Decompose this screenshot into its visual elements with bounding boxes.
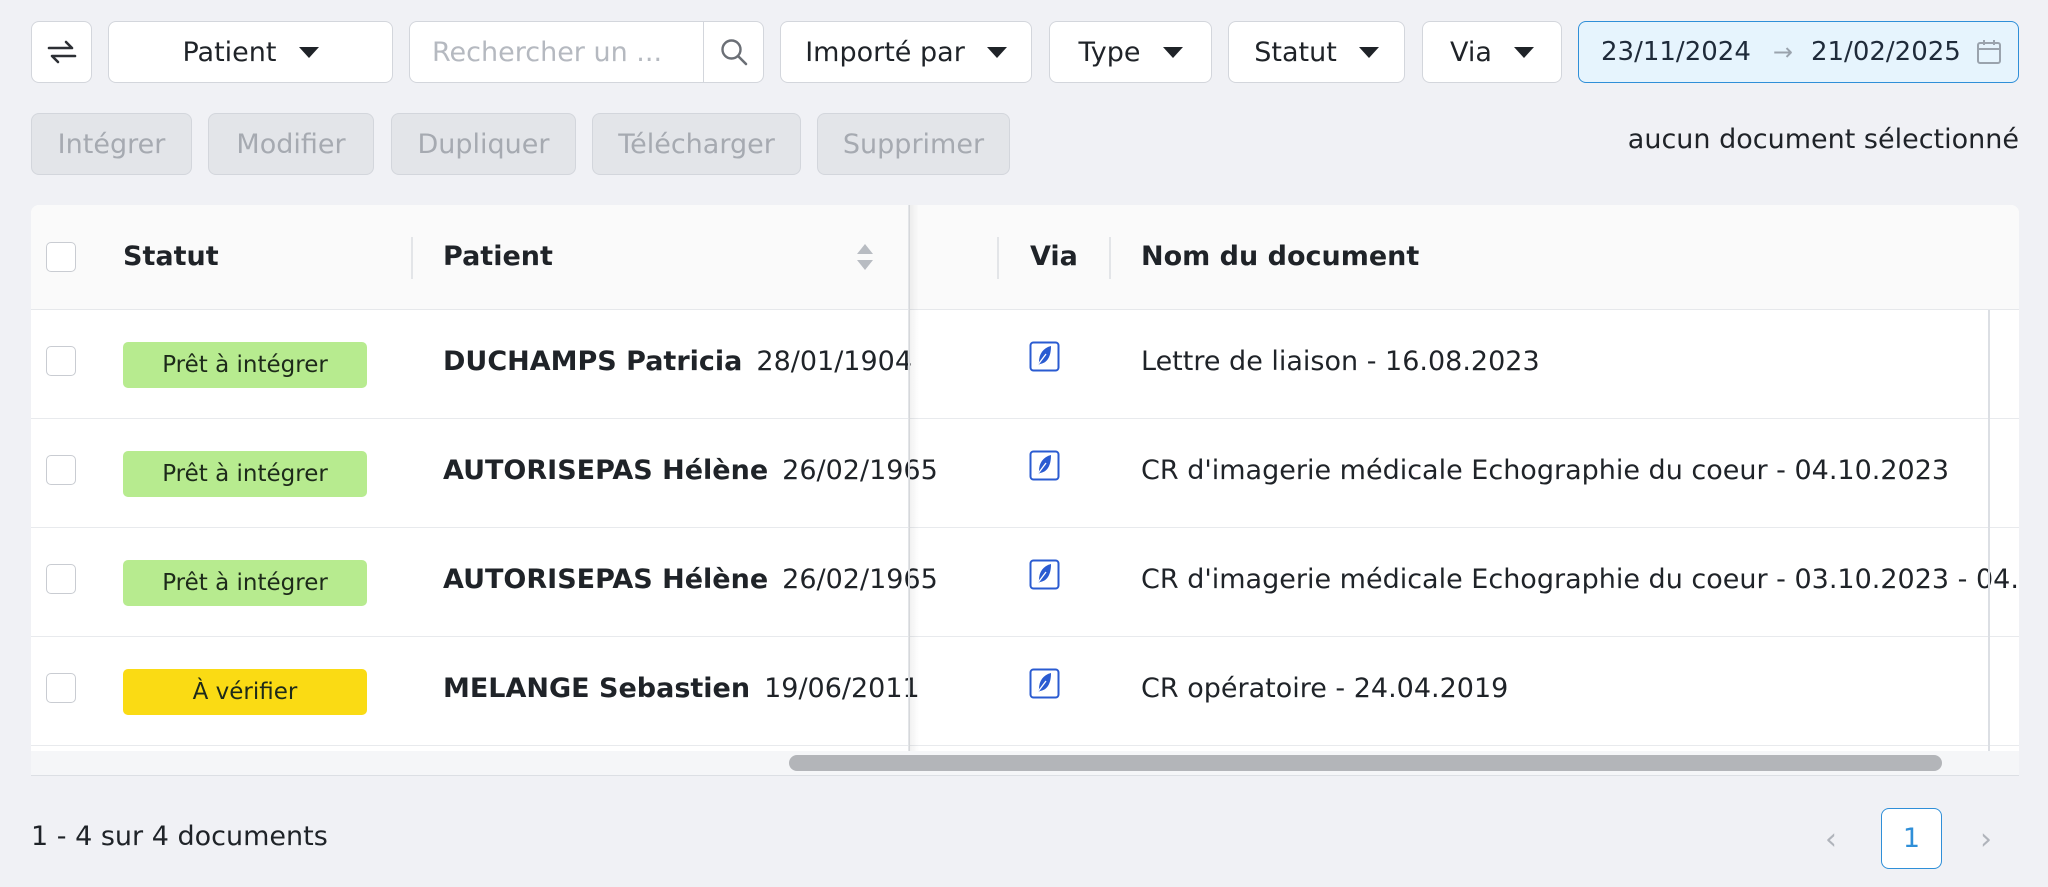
documents-table: Statut Patient Via Nom du document Prêt … — [31, 205, 2019, 776]
document-name[interactable]: Lettre de liaison - 16.08.2023 — [1141, 346, 1540, 377]
patient-birthdate: 28/01/1904 — [756, 346, 913, 377]
header-patient[interactable]: Patient — [443, 241, 553, 272]
table-row[interactable]: Prêt à intégrer DUCHAMPS Patricia 28/01/1… — [31, 310, 2019, 419]
integrate-button[interactable]: Intégrer — [31, 113, 192, 175]
horizontal-scrollbar-thumb[interactable] — [789, 755, 1942, 771]
patient-name: MELANGE Sebastien — [443, 673, 751, 704]
caret-down-icon — [1162, 46, 1183, 58]
modify-button[interactable]: Modifier — [208, 113, 374, 175]
status-badge: À vérifier — [123, 669, 367, 715]
select-all-checkbox[interactable] — [46, 242, 76, 272]
table-header: Statut Patient Via Nom du document — [31, 205, 2019, 310]
row-checkbox[interactable] — [46, 673, 76, 703]
refresh-button[interactable] — [31, 21, 92, 83]
pagination-info: 1 - 4 sur 4 documents — [31, 821, 328, 852]
refresh-icon — [47, 40, 76, 64]
feather-app-icon — [1029, 668, 1060, 699]
header-document-name[interactable]: Nom du document — [1141, 241, 1419, 272]
column-divider[interactable] — [997, 237, 999, 279]
delete-button[interactable]: Supprimer — [817, 113, 1010, 175]
imported-by-filter-label: Importé par — [805, 36, 965, 68]
document-name[interactable]: CR opératoire - 24.04.2019 — [1141, 673, 1508, 704]
date-range-picker[interactable]: 23/11/2024 → 21/02/2025 — [1578, 21, 2019, 83]
caret-down-icon — [298, 46, 319, 58]
status-badge: Prêt à intégrer — [123, 342, 367, 388]
date-to[interactable]: 21/02/2025 — [1811, 37, 1961, 67]
type-filter-dropdown[interactable]: Type — [1049, 21, 1212, 83]
caret-down-icon — [1513, 46, 1534, 58]
patient-name: AUTORISEPAS Hélène — [443, 455, 769, 486]
row-checkbox[interactable] — [46, 455, 76, 485]
table-row[interactable]: Prêt à intégrer AUTORISEPAS Hélène 26/02/… — [31, 419, 2019, 528]
patient-cell[interactable]: AUTORISEPAS Hélène 26/02/1965 — [443, 455, 938, 486]
duplicate-button[interactable]: Dupliquer — [391, 113, 576, 175]
row-checkbox[interactable] — [46, 564, 76, 594]
feather-app-icon — [1029, 450, 1060, 481]
patient-cell[interactable]: MELANGE Sebastien 19/06/2011 — [443, 673, 920, 704]
patient-birthdate: 19/06/2011 — [764, 673, 920, 704]
header-via[interactable]: Via — [1030, 241, 1078, 272]
header-status[interactable]: Statut — [123, 241, 219, 272]
caret-down-icon — [986, 46, 1007, 58]
status-badge: Prêt à intégrer — [123, 451, 367, 497]
search-field[interactable] — [409, 21, 764, 83]
date-from[interactable]: 23/11/2024 — [1601, 37, 1751, 67]
imported-by-filter-dropdown[interactable]: Importé par — [780, 21, 1032, 83]
fixed-columns-shadow — [909, 205, 919, 765]
next-page-chevron-icon[interactable]: › — [1980, 822, 1992, 857]
via-filter-label: Via — [1450, 36, 1492, 68]
vertical-scroll-edge — [1988, 310, 1990, 765]
calendar-icon — [1976, 40, 2001, 64]
document-name[interactable]: CR d'imagerie médicale Echographie du co… — [1141, 564, 2019, 595]
patient-cell[interactable]: AUTORISEPAS Hélène 26/02/1965 — [443, 564, 938, 595]
status-badge: Prêt à intégrer — [123, 560, 367, 606]
sort-icon[interactable] — [856, 243, 874, 271]
patient-name: AUTORISEPAS Hélène — [443, 564, 769, 595]
patient-filter-label: Patient — [182, 36, 277, 68]
patient-cell[interactable]: DUCHAMPS Patricia 28/01/1904 — [443, 346, 912, 377]
column-divider[interactable] — [411, 237, 413, 279]
patient-filter-dropdown[interactable]: Patient — [108, 21, 393, 83]
prev-page-chevron-icon[interactable]: ‹ — [1825, 822, 1837, 857]
download-button[interactable]: Télécharger — [592, 113, 801, 175]
document-name[interactable]: CR d'imagerie médicale Echographie du co… — [1141, 455, 1949, 486]
column-divider[interactable] — [1109, 237, 1111, 279]
feather-app-icon — [1029, 559, 1060, 590]
page-button-current[interactable]: 1 — [1881, 808, 1942, 869]
arrow-right-icon: → — [1772, 38, 1793, 66]
status-filter-dropdown[interactable]: Statut — [1228, 21, 1405, 83]
feather-app-icon — [1029, 341, 1060, 372]
patient-name: DUCHAMPS Patricia — [443, 346, 743, 377]
via-filter-dropdown[interactable]: Via — [1422, 21, 1562, 83]
selection-info: aucun document sélectionné — [1627, 124, 2019, 155]
search-icon — [720, 39, 747, 66]
row-checkbox[interactable] — [46, 346, 76, 376]
search-button[interactable] — [703, 22, 763, 82]
table-row[interactable]: À vérifier MELANGE Sebastien 19/06/2011 C… — [31, 637, 2019, 746]
type-filter-label: Type — [1078, 36, 1141, 68]
table-row[interactable]: Prêt à intégrer AUTORISEPAS Hélène 26/02/… — [31, 528, 2019, 637]
caret-down-icon — [1358, 46, 1379, 58]
search-input[interactable] — [410, 22, 703, 82]
status-filter-label: Statut — [1254, 36, 1337, 68]
